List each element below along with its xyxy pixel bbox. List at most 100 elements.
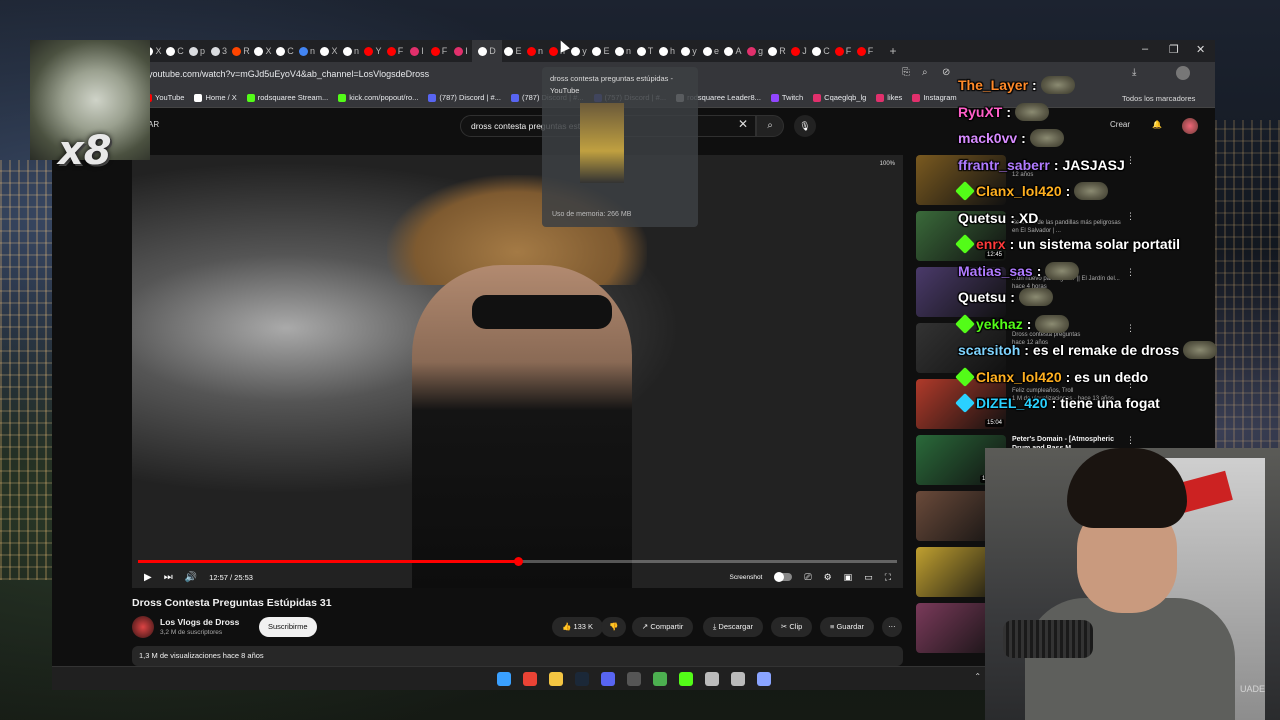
video-player[interactable]: 100% ▶ ⏭ 🔊 12:57 / 25:53 Screenshot ⎚ ⚙ … xyxy=(132,155,903,588)
save-button[interactable]: ≡ Guardar xyxy=(820,617,874,637)
browser-tab[interactable]: F xyxy=(854,40,876,62)
browser-tab[interactable]: n xyxy=(612,40,634,62)
channel-avatar[interactable] xyxy=(132,616,154,638)
browser-tab[interactable]: h xyxy=(656,40,678,62)
browser-tab[interactable]: F xyxy=(832,40,854,62)
share-button[interactable]: ↗ Compartir xyxy=(632,617,694,637)
tab-favicon-icon xyxy=(768,46,778,56)
new-tab-button[interactable]: + xyxy=(882,40,904,62)
browser-tab[interactable]: n xyxy=(296,40,318,62)
download-button[interactable]: ⤓ Descargar xyxy=(703,617,764,637)
browser-tab[interactable]: Y xyxy=(362,40,384,62)
browser-tab[interactable]: 3 xyxy=(208,40,230,62)
close-window-button[interactable]: ✕ xyxy=(1196,43,1205,56)
windows-start-icon[interactable] xyxy=(496,671,511,686)
browser-tab[interactable]: n xyxy=(524,40,546,62)
chat-username: scarsitoh xyxy=(958,342,1021,359)
minecraft-icon[interactable] xyxy=(652,671,667,686)
bookmark-item[interactable]: Cqaeglqb_lg xyxy=(813,93,866,102)
fullscreen-icon[interactable]: ⛶ xyxy=(885,572,891,583)
dislike-button[interactable]: 👎 xyxy=(601,617,627,637)
tray-expand-icon[interactable]: ⌃ xyxy=(974,672,981,681)
tab-favicon-icon xyxy=(548,46,558,56)
clip-button[interactable]: ✂ Clip xyxy=(771,617,813,637)
browser-tab[interactable]: R xyxy=(766,40,788,62)
browser-tab[interactable]: E xyxy=(590,40,612,62)
browser-tab[interactable]: y xyxy=(568,40,590,62)
like-count: 133 K xyxy=(573,622,594,631)
chat-separator: : xyxy=(1065,368,1071,385)
subscribe-button[interactable]: Suscribirme xyxy=(259,617,317,637)
kick-icon[interactable] xyxy=(678,671,693,686)
bookmark-item[interactable]: Instagram xyxy=(912,93,957,102)
tab-favicon-icon xyxy=(166,46,176,56)
browser-tab[interactable]: X xyxy=(252,40,274,62)
bookmark-item[interactable]: (787) Discord | #... xyxy=(428,93,501,102)
description-box[interactable]: 1,3 M de visualizaciones hace 8 años xyxy=(132,646,903,666)
browser-tab[interactable]: D xyxy=(472,40,502,62)
volume-icon[interactable]: 🔊 xyxy=(185,572,197,583)
browser-tab[interactable]: C xyxy=(274,40,296,62)
chrome-icon[interactable] xyxy=(522,671,537,686)
app-11-icon[interactable] xyxy=(756,671,771,686)
browser-tab[interactable]: X xyxy=(318,40,340,62)
search-button[interactable]: ⌕ xyxy=(756,115,784,137)
file-explorer-icon[interactable] xyxy=(548,671,563,686)
bookmark-item[interactable]: likes xyxy=(876,93,902,102)
minimize-button[interactable]: – xyxy=(1142,43,1148,55)
browser-tab[interactable]: F xyxy=(384,40,406,62)
browser-tab[interactable]: A xyxy=(722,40,744,62)
more-options-icon[interactable]: ⋮ xyxy=(1126,435,1131,446)
progress-bar[interactable] xyxy=(138,557,897,566)
install-icon[interactable]: ⎘ xyxy=(902,67,910,78)
quality-badge: 100% xyxy=(879,161,895,167)
bookmark-item[interactable]: YouTube xyxy=(144,93,184,102)
url-field[interactable]: youtube.com/watch?v=mGJd5uEyoV4&ab_chann… xyxy=(148,69,429,79)
bookmark-item[interactable]: Twitch xyxy=(770,93,803,102)
obs-icon[interactable] xyxy=(626,671,641,686)
like-button[interactable]: 👍 133 K xyxy=(552,617,604,637)
browser-tab[interactable]: I xyxy=(450,40,472,62)
maximize-button[interactable]: ❐ xyxy=(1169,43,1179,56)
voice-search-button[interactable]: 🎙 xyxy=(794,115,816,137)
next-icon[interactable]: ⏭ xyxy=(164,572,173,583)
browser-tab[interactable]: p xyxy=(186,40,208,62)
browser-tab[interactable]: y xyxy=(678,40,700,62)
browser-tab[interactable]: C xyxy=(164,40,186,62)
settings-icon[interactable]: ⚙ xyxy=(824,572,832,583)
bookmark-item[interactable]: kick.com/popout/ro... xyxy=(338,93,418,102)
zoom-icon[interactable]: ⌕ xyxy=(922,67,928,78)
browser-tab[interactable]: e xyxy=(700,40,722,62)
more-actions-button[interactable]: ⋯ xyxy=(882,617,902,637)
app-9-icon[interactable] xyxy=(704,671,719,686)
app-10-icon[interactable] xyxy=(730,671,745,686)
scrubber-handle[interactable] xyxy=(513,557,523,566)
subtitles-icon[interactable]: ⎚ xyxy=(804,572,811,583)
screenshot-label[interactable]: Screenshot xyxy=(729,574,762,581)
browser-tab[interactable]: R xyxy=(230,40,252,62)
miniplayer-icon[interactable]: ▣ xyxy=(844,572,853,583)
bookmark-item[interactable]: Home / X xyxy=(194,93,237,102)
browser-tab[interactable]: C xyxy=(810,40,832,62)
browser-tab[interactable]: I xyxy=(406,40,428,62)
tab-label: Y xyxy=(375,46,382,56)
clear-search-icon[interactable]: ✕ xyxy=(738,117,748,131)
theater-mode-icon[interactable]: ▭ xyxy=(864,572,873,583)
channel-name[interactable]: Los Vlogs de Dross xyxy=(160,617,239,627)
autoplay-toggle[interactable] xyxy=(774,572,793,582)
tab-label: C xyxy=(823,46,830,56)
browser-tab[interactable]: E xyxy=(502,40,524,62)
bookmark-item[interactable]: rodsquaree Stream... xyxy=(246,93,328,102)
tab-favicon-icon xyxy=(254,46,264,56)
browser-tab[interactable]: F xyxy=(428,40,450,62)
browser-tab[interactable]: J xyxy=(788,40,810,62)
play-icon[interactable]: ▶ xyxy=(144,572,152,583)
discord-icon[interactable] xyxy=(600,671,615,686)
browser-tab[interactable]: T xyxy=(634,40,656,62)
browser-tab[interactable]: g xyxy=(744,40,766,62)
chat-username: Matias_sas xyxy=(958,262,1033,279)
steam-icon[interactable] xyxy=(574,671,589,686)
hide-icon[interactable]: ⊘ xyxy=(942,67,950,78)
browser-tab[interactable]: n xyxy=(340,40,362,62)
tab-favicon-icon xyxy=(681,46,691,56)
